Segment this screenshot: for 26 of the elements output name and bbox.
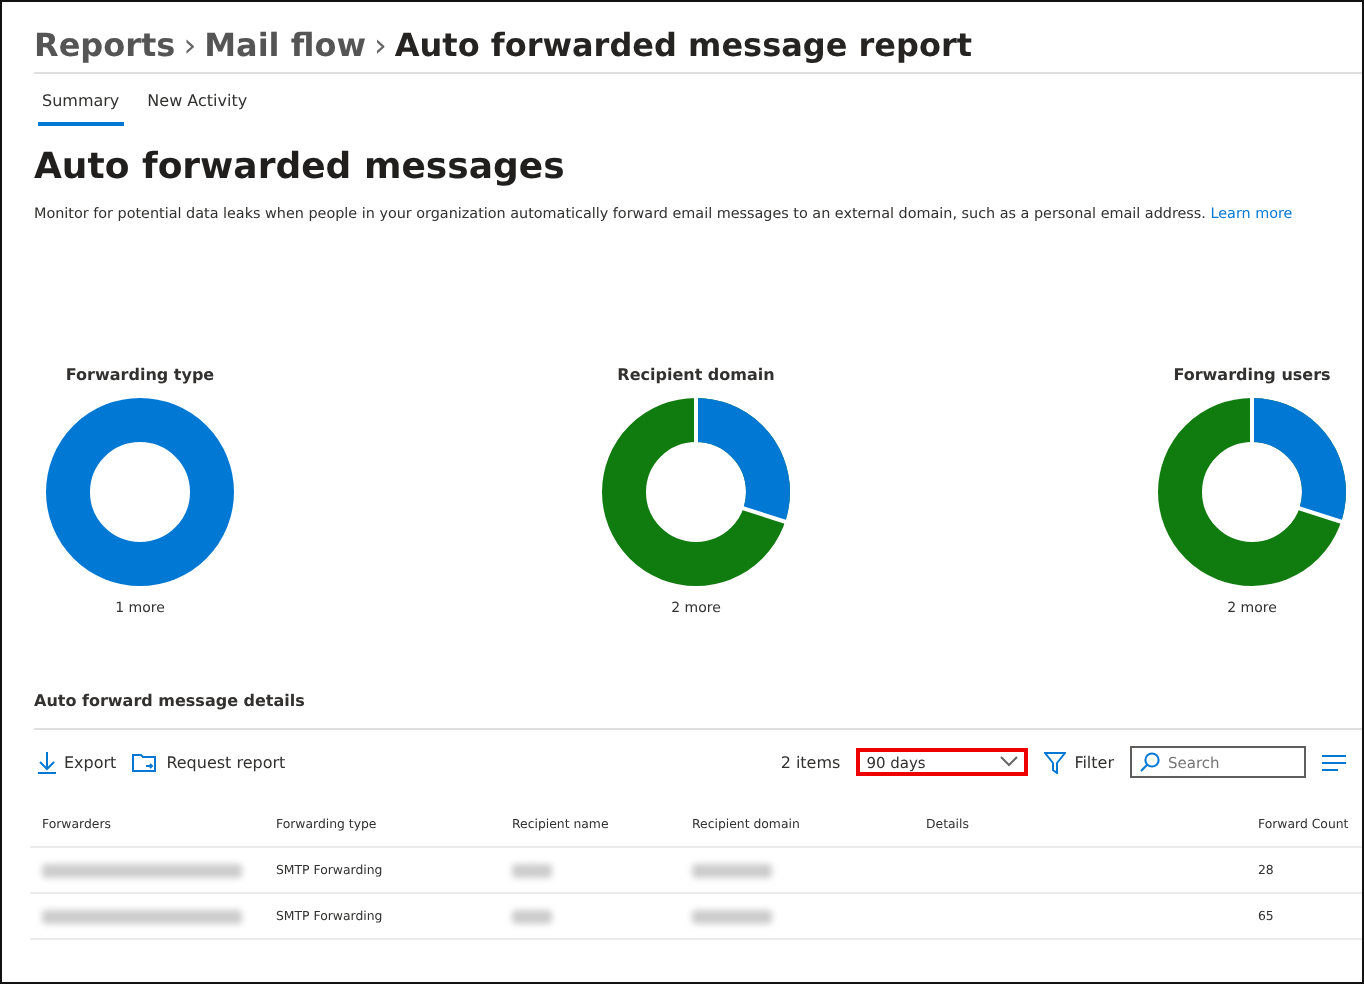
report-icon xyxy=(132,751,159,773)
chart-title: Forwarding type xyxy=(65,366,215,384)
redacted-text xyxy=(692,909,772,923)
chevron-down-icon xyxy=(1000,756,1019,768)
filter-icon xyxy=(1044,751,1067,773)
breadcrumb-separator: › xyxy=(183,26,197,64)
breadcrumb-item[interactable]: Mail flow xyxy=(204,26,366,64)
item-count: 2 items xyxy=(780,753,841,771)
request-report-button[interactable]: Request report xyxy=(132,747,286,777)
breadcrumb-separator: › xyxy=(373,26,387,64)
export-button[interactable]: Export xyxy=(38,747,117,777)
search-icon xyxy=(1140,752,1160,772)
chart-title: Recipient domain xyxy=(617,366,775,384)
tab[interactable]: Summary xyxy=(38,86,124,126)
tab[interactable]: New Activity xyxy=(143,86,252,126)
redacted-text xyxy=(512,909,552,923)
section-title: Auto forward message details xyxy=(34,692,1362,730)
breadcrumb-item[interactable]: Reports xyxy=(34,26,176,64)
chart-title: Forwarding users xyxy=(1173,366,1331,384)
filter-button[interactable]: Filter xyxy=(1044,747,1114,777)
page-heading: Auto forwarded messages xyxy=(34,146,567,188)
download-icon xyxy=(38,751,56,773)
breadcrumb-item: Auto forwarded message report xyxy=(394,26,972,64)
redacted-text xyxy=(512,863,552,877)
redacted-text xyxy=(692,863,772,877)
list-options-icon[interactable] xyxy=(1322,753,1346,771)
